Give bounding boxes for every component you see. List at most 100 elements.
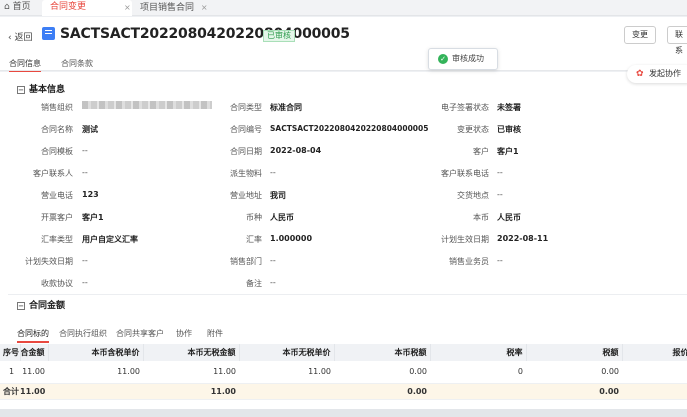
field-value-invoice-customer: 客户1 [82,213,104,222]
field-label-invoice-customer: 开票客户 [41,213,73,222]
tab-contract-terms[interactable]: 合同条款 [61,58,93,69]
sum-cell [430,383,526,400]
sum-cell: 0.00 [526,383,622,400]
field-label-contract-date: 合同日期 [230,147,262,156]
tab-home[interactable]: ⌂ 首页 [4,0,31,16]
collapse-icon[interactable]: − [17,86,25,94]
start-collaboration-button[interactable]: ✿ 发起协作 [627,65,687,83]
basic-info-label: 基本信息 [29,85,66,95]
col-header-local-unit-price-no-tax[interactable]: 本币无税单价 [239,344,335,361]
amount-section-label: 合同金额 [29,301,66,311]
close-icon[interactable]: × [201,3,208,12]
field-label-business-address: 营业地址 [230,191,262,200]
table-cell: 0.00 [526,361,622,384]
back-label: 返回 [14,33,33,43]
table-cell: 0 [430,361,526,384]
field-value-customer-phone: -- [497,168,503,177]
table-cell: 11.00 [20,361,48,384]
toast-message: 审核成功 [452,54,484,63]
table-cell: 0.00 [334,361,430,384]
col-header-index[interactable]: 序号 [0,344,21,361]
field-label-remarks: 备注 [246,279,262,288]
sum-cell: 11.00 [143,383,239,400]
change-button[interactable]: 变更 [624,26,656,44]
col-header-tax-rate[interactable]: 税率 [430,344,527,361]
field-value-delivery-place: -- [497,190,503,199]
col-header-local-tax[interactable]: 本币税额 [334,344,431,361]
top-tab-bar: ⌂ 首页 合同变更 × 项目销售合同 × [0,0,687,16]
field-label-planned-effective-date: 计划生效日期 [441,235,489,244]
field-label-change-status: 变更状态 [457,125,489,134]
field-value-planned-effective-date: 2022-08-11 [497,234,549,243]
tab-collaboration[interactable]: 协作 [176,328,192,339]
close-icon[interactable]: × [124,0,131,15]
field-label-exchange-rate: 汇率 [246,235,262,244]
amount-section-title[interactable]: − 合同金额 [17,298,65,311]
field-label-delivery-place: 交货地点 [457,191,489,200]
table-cell: 11.00 [48,361,143,384]
tab-contract-change[interactable]: 合同变更 × [42,0,132,16]
field-value-rate-type: 用户自定义汇率 [82,235,138,244]
field-value-esign-status: 未签署 [497,103,521,112]
field-label-rate-type: 汇率类型 [41,235,73,244]
start-collaboration-label: 发起协作 [649,69,681,78]
sum-cell: 0.00 [334,383,430,400]
field-label-sales-org: 销售组织 [41,103,73,112]
field-value-customer-contact: -- [82,168,88,177]
col-header-local-unit-price-tax[interactable]: 本币含税单价 [48,344,144,361]
field-value-business-phone: 123 [82,190,99,199]
field-value-contract-type: 标准合同 [270,103,302,112]
table-cell [622,361,687,384]
success-toast: ✓ 审核成功 [428,48,498,70]
field-value-contract-date: 2022-08-04 [270,146,322,155]
field-value-business-address: 我司 [270,191,286,200]
field-value-local-currency: 人民币 [497,213,521,222]
tab-shared-customers[interactable]: 合同共享客户 [116,328,164,339]
field-value-remarks: -- [270,278,276,287]
tab-contract-info[interactable]: 合同信息 [9,58,41,73]
field-label-esign-status: 电子签署状态 [441,103,489,112]
col-header-local-amount-no-tax[interactable]: 本币无税金额 [143,344,240,361]
sum-label: 合计 [0,383,20,400]
tab-execution-org[interactable]: 合同执行组织 [59,328,107,339]
field-label-payment-agreement: 收款协议 [41,279,73,288]
line-item-tabs: 合同标的 合同执行组织 合同共享客户 协作 附件 [0,326,687,343]
field-label-customer-phone: 客户联系电话 [441,169,489,178]
back-button[interactable]: ‹ 返回 [8,30,33,43]
sales-org-value-redacted [82,101,212,109]
collapse-icon[interactable]: − [17,302,25,310]
field-label-planned-expiry-date: 计划失效日期 [25,257,73,266]
col-header-tax-amount[interactable]: 税额 [526,344,623,361]
basic-info-section-title[interactable]: − 基本信息 [17,82,65,95]
tab-contract-subject[interactable]: 合同标的 [17,328,49,343]
field-value-sales-dept: -- [270,256,276,265]
tab-project-sales-contract[interactable]: 项目销售合同 × [140,0,208,16]
field-value-contract-name: 测试 [82,125,98,134]
tab-attachments[interactable]: 附件 [207,328,223,339]
link-button[interactable]: 联系 [667,26,687,55]
home-icon: ⌂ [4,2,10,12]
field-label-salesperson: 销售业务员 [449,257,489,266]
field-label-contract-template: 合同模板 [41,147,73,156]
table-cell: 11.00 [239,361,334,384]
tab-contract-change-label: 合同变更 [50,2,87,12]
table-cell: 1 [0,361,20,384]
col-header-amount[interactable]: 合金额 [20,344,49,361]
table-cell: 11.00 [143,361,239,384]
check-icon: ✓ [438,54,448,64]
field-label-customer: 客户 [473,147,489,156]
field-label-sales-dept: 销售部门 [230,257,262,266]
field-value-customer: 客户1 [497,147,519,156]
document-icon [42,27,55,40]
field-value-salesperson: -- [497,256,503,265]
sum-cell [48,383,143,400]
page-header: ‹ 返回 SACTSACT2022080420220804000005 已审核 … [0,17,687,55]
table-row[interactable]: 1 11.00 11.00 11.00 11.00 0.00 0 0.00 [0,361,687,384]
page-title: SACTSACT2022080420220804000005 [60,26,350,42]
table-header-row: 序号 合金额 本币含税单价 本币无税金额 本币无税单价 本币税额 税率 税额 报… [0,344,687,361]
col-header-quote[interactable]: 报价含 [622,344,687,361]
sum-cell [622,383,687,400]
field-label-contract-name: 合同名称 [41,125,73,134]
line-items-table: 序号 合金额 本币含税单价 本币无税金额 本币无税单价 本币税额 税率 税额 报… [0,344,687,400]
status-badge: 已审核 [263,30,295,42]
